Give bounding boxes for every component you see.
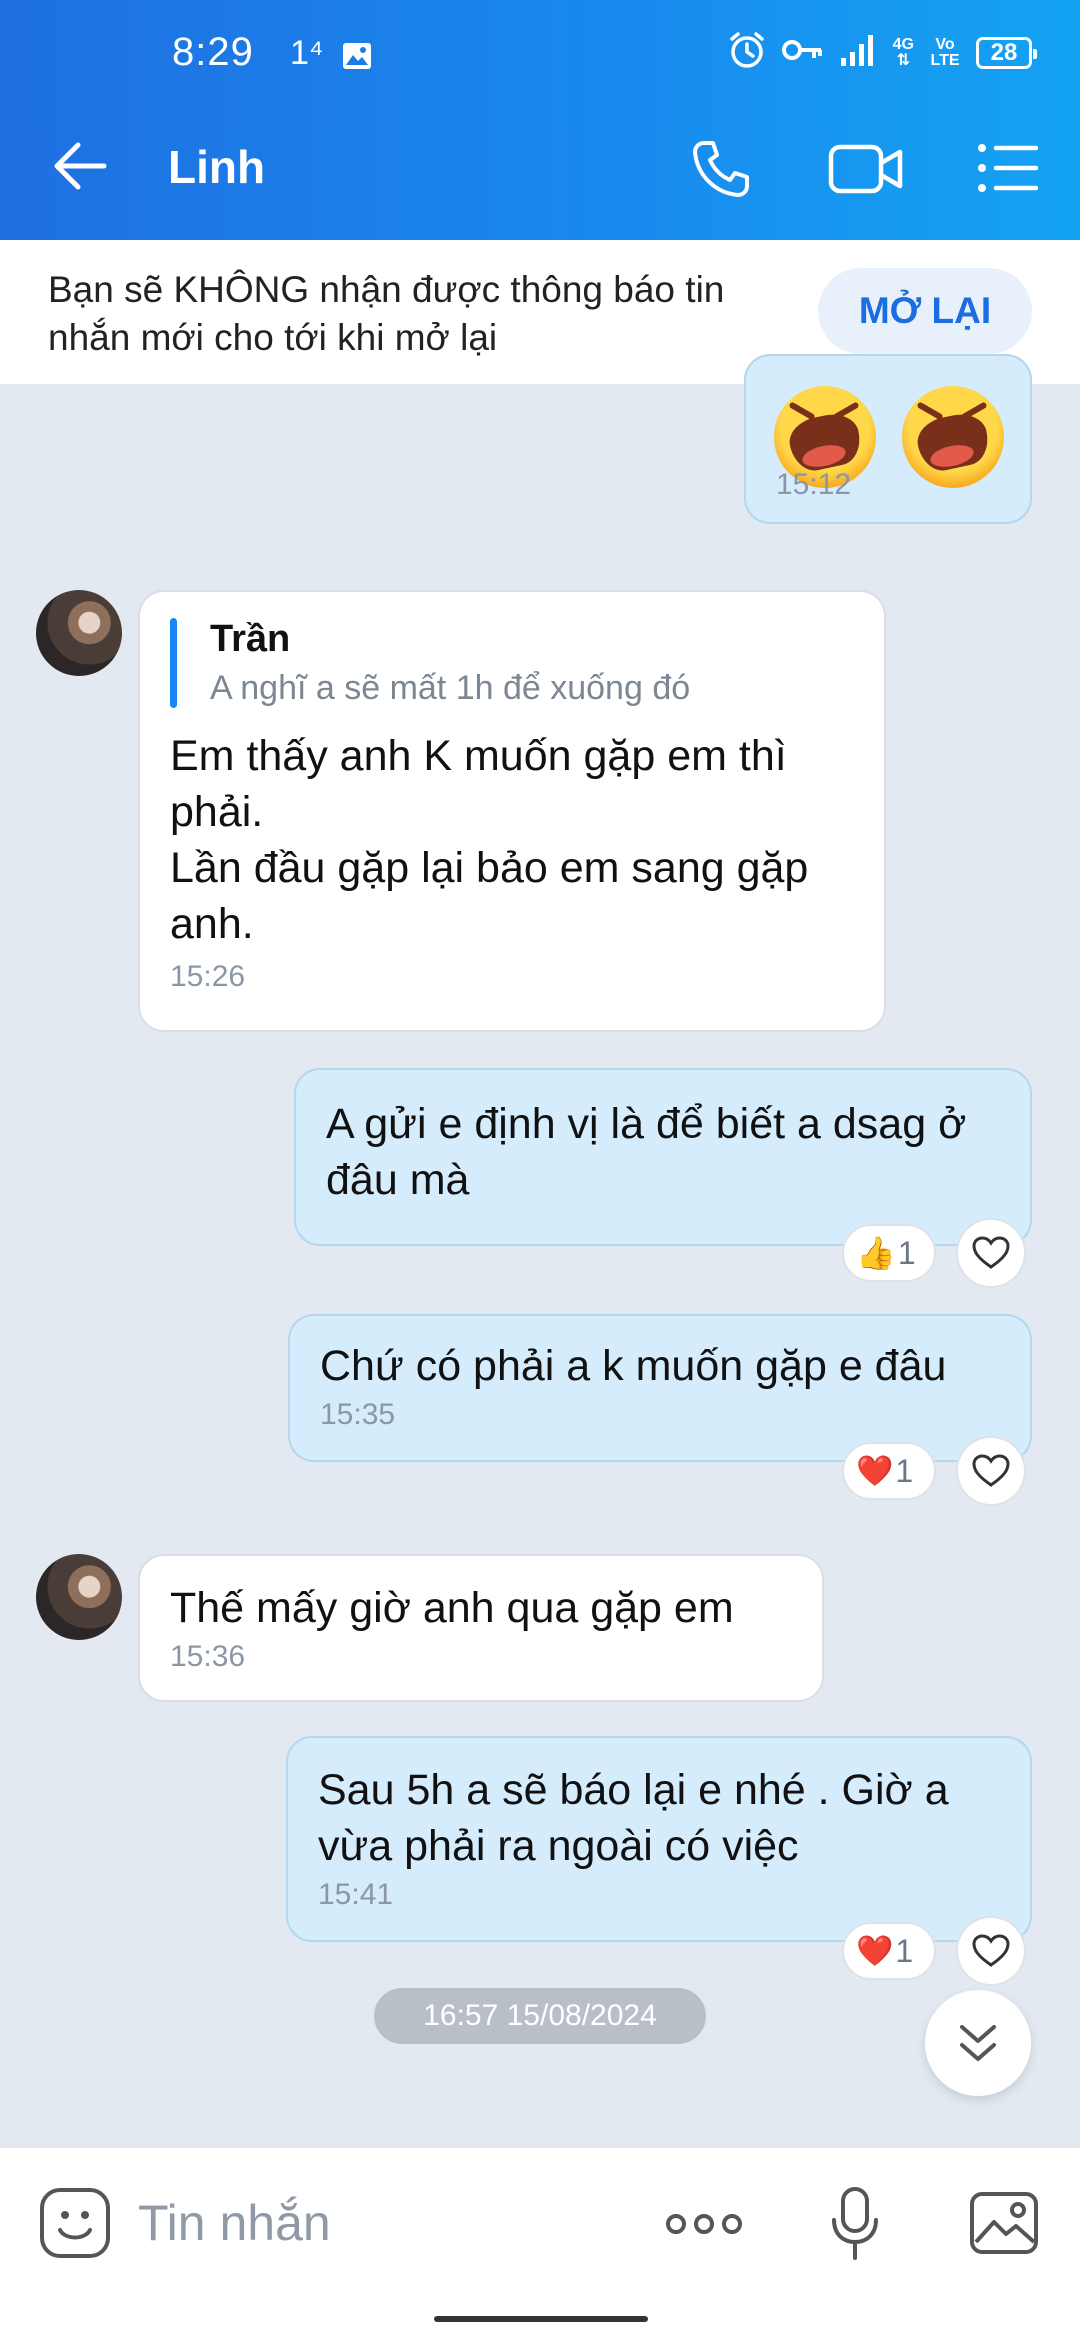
avatar[interactable] xyxy=(36,590,122,676)
video-call-icon[interactable] xyxy=(828,142,904,201)
heart-icon: ❤️ xyxy=(856,1934,894,1968)
message-time: 15:26 xyxy=(170,960,246,993)
message-bubble-outgoing[interactable]: A gửi e định vị là để biết a dsag ở đâu … xyxy=(294,1068,1032,1246)
laughing-emoji-icon xyxy=(902,386,1004,488)
message-text: Thế mấy giờ anh qua gặp em xyxy=(170,1584,734,1632)
message-time: 15:41 xyxy=(318,1878,394,1911)
signal-icon xyxy=(839,32,879,73)
message-time: 15:12 xyxy=(776,468,852,501)
scroll-to-bottom-button[interactable] xyxy=(925,1990,1031,2096)
options-menu-icon[interactable] xyxy=(976,142,1039,199)
message-bubble-outgoing[interactable]: Sau 5h a sẽ báo lại e nhé . Giờ a vừa ph… xyxy=(286,1736,1032,1942)
message-time: 15:35 xyxy=(320,1398,396,1431)
phone-call-icon[interactable] xyxy=(690,138,752,205)
message-input[interactable]: Tin nhắn xyxy=(138,2194,331,2252)
message-text: Sau 5h a sẽ báo lại e nhé . Giờ a vừa ph… xyxy=(318,1766,949,1870)
home-indicator[interactable] xyxy=(434,2316,648,2322)
message-composer: Tin nhắn xyxy=(0,2146,1080,2340)
status-time: 8:29 xyxy=(172,30,254,74)
status-bar: 8:29 1⁴ 4G ⇅ Vo LTE 28 xyxy=(0,0,1080,96)
contact-name[interactable]: Linh xyxy=(168,140,265,194)
message-bubble-outgoing[interactable]: 15:12 xyxy=(744,354,1032,524)
message-list[interactable]: 15:12 Trần A nghĩ a sẽ mất 1h để xuống đ… xyxy=(0,354,1080,2146)
heart-outline-icon xyxy=(972,1934,1010,1967)
reaction-badge[interactable]: ❤️ 1 xyxy=(842,1442,936,1500)
date-separator: 16:57 15/08/2024 xyxy=(374,1988,706,2044)
quoted-reply[interactable]: Trần A nghĩ a sẽ mất 1h để xuống đó xyxy=(170,618,854,708)
reaction-badge[interactable]: ❤️ 1 xyxy=(842,1922,936,1980)
status-network-indicator: 1⁴ xyxy=(290,34,324,72)
message-text: Chứ có phải a k muốn gặp e đâu xyxy=(320,1342,947,1390)
microphone-icon[interactable] xyxy=(830,2186,880,2267)
reaction-badge[interactable]: 👍 1 xyxy=(842,1224,936,1282)
mute-notice-text: Bạn sẽ KHÔNG nhận được thông báo tin nhắ… xyxy=(48,269,725,358)
quoted-message-text: A nghĩ a sẽ mất 1h để xuống đó xyxy=(210,669,691,707)
reopen-notifications-button[interactable]: MỞ LẠI xyxy=(818,268,1032,354)
double-chevron-down-icon xyxy=(960,2025,996,2061)
emoji-picker-icon[interactable] xyxy=(38,2186,112,2265)
message-bubble-incoming[interactable]: Trần A nghĩ a sẽ mất 1h để xuống đó Em t… xyxy=(138,590,886,1032)
message-text: A gửi e định vị là để biết a dsag ở đâu … xyxy=(326,1100,967,1204)
react-heart-button[interactable] xyxy=(956,1916,1026,1986)
alarm-icon xyxy=(727,30,767,75)
status-right-icons: 4G ⇅ Vo LTE 28 xyxy=(727,30,1037,75)
quoted-sender-name: Trần xyxy=(210,618,291,660)
avatar[interactable] xyxy=(36,1554,122,1640)
image-notification-icon xyxy=(342,42,372,75)
message-text: Em thấy anh K muốn gặp em thì phải. Lần … xyxy=(170,732,809,948)
reaction-count: 1 xyxy=(895,1932,914,1969)
message-bubble-incoming[interactable]: Thế mấy giờ anh qua gặp em 15:36 xyxy=(138,1554,824,1702)
volte-indicator: Vo LTE xyxy=(930,35,960,69)
vpn-key-icon xyxy=(781,35,825,70)
battery-indicator: 28 xyxy=(976,36,1037,69)
chat-header: Linh xyxy=(0,96,1080,240)
thumbs-up-icon: 👍 xyxy=(856,1235,896,1271)
react-heart-button[interactable] xyxy=(956,1436,1026,1506)
heart-outline-icon xyxy=(972,1454,1010,1487)
gallery-icon[interactable] xyxy=(968,2190,1040,2261)
message-bubble-outgoing[interactable]: Chứ có phải a k muốn gặp e đâu 15:35 xyxy=(288,1314,1032,1462)
heart-outline-icon xyxy=(972,1236,1010,1269)
reaction-count: 1 xyxy=(895,1452,914,1489)
reaction-count: 1 xyxy=(897,1234,916,1271)
back-arrow-icon[interactable] xyxy=(52,140,108,197)
more-options-icon[interactable] xyxy=(664,2212,744,2241)
react-heart-button[interactable] xyxy=(956,1218,1026,1288)
heart-icon: ❤️ xyxy=(856,1454,894,1488)
message-time: 15:36 xyxy=(170,1640,246,1673)
network-type: 4G ⇅ xyxy=(892,35,914,69)
